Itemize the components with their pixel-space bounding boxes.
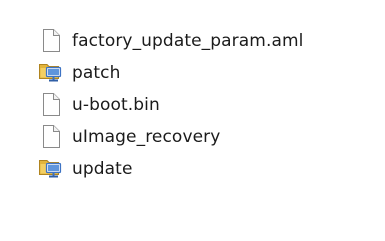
folder-item-update[interactable]: update (38, 156, 303, 181)
document-icon (38, 124, 64, 149)
file-item-u-boot[interactable]: u-boot.bin (38, 92, 303, 117)
file-name: factory_update_param.aml (72, 30, 304, 51)
file-name: u-boot.bin (72, 94, 160, 115)
document-icon (38, 92, 64, 117)
document-icon (38, 28, 64, 53)
file-name: update (72, 158, 133, 179)
folder-item-patch[interactable]: patch (38, 60, 303, 85)
file-item-uimage-recovery[interactable]: uImage_recovery (38, 124, 303, 149)
file-list: factory_update_param.aml patch u-boot.bi… (38, 28, 303, 188)
file-name: patch (72, 62, 121, 83)
file-item-factory-update-param[interactable]: factory_update_param.aml (38, 28, 303, 53)
file-name: uImage_recovery (72, 126, 221, 147)
network-folder-icon (38, 156, 64, 181)
network-folder-icon (38, 60, 64, 85)
